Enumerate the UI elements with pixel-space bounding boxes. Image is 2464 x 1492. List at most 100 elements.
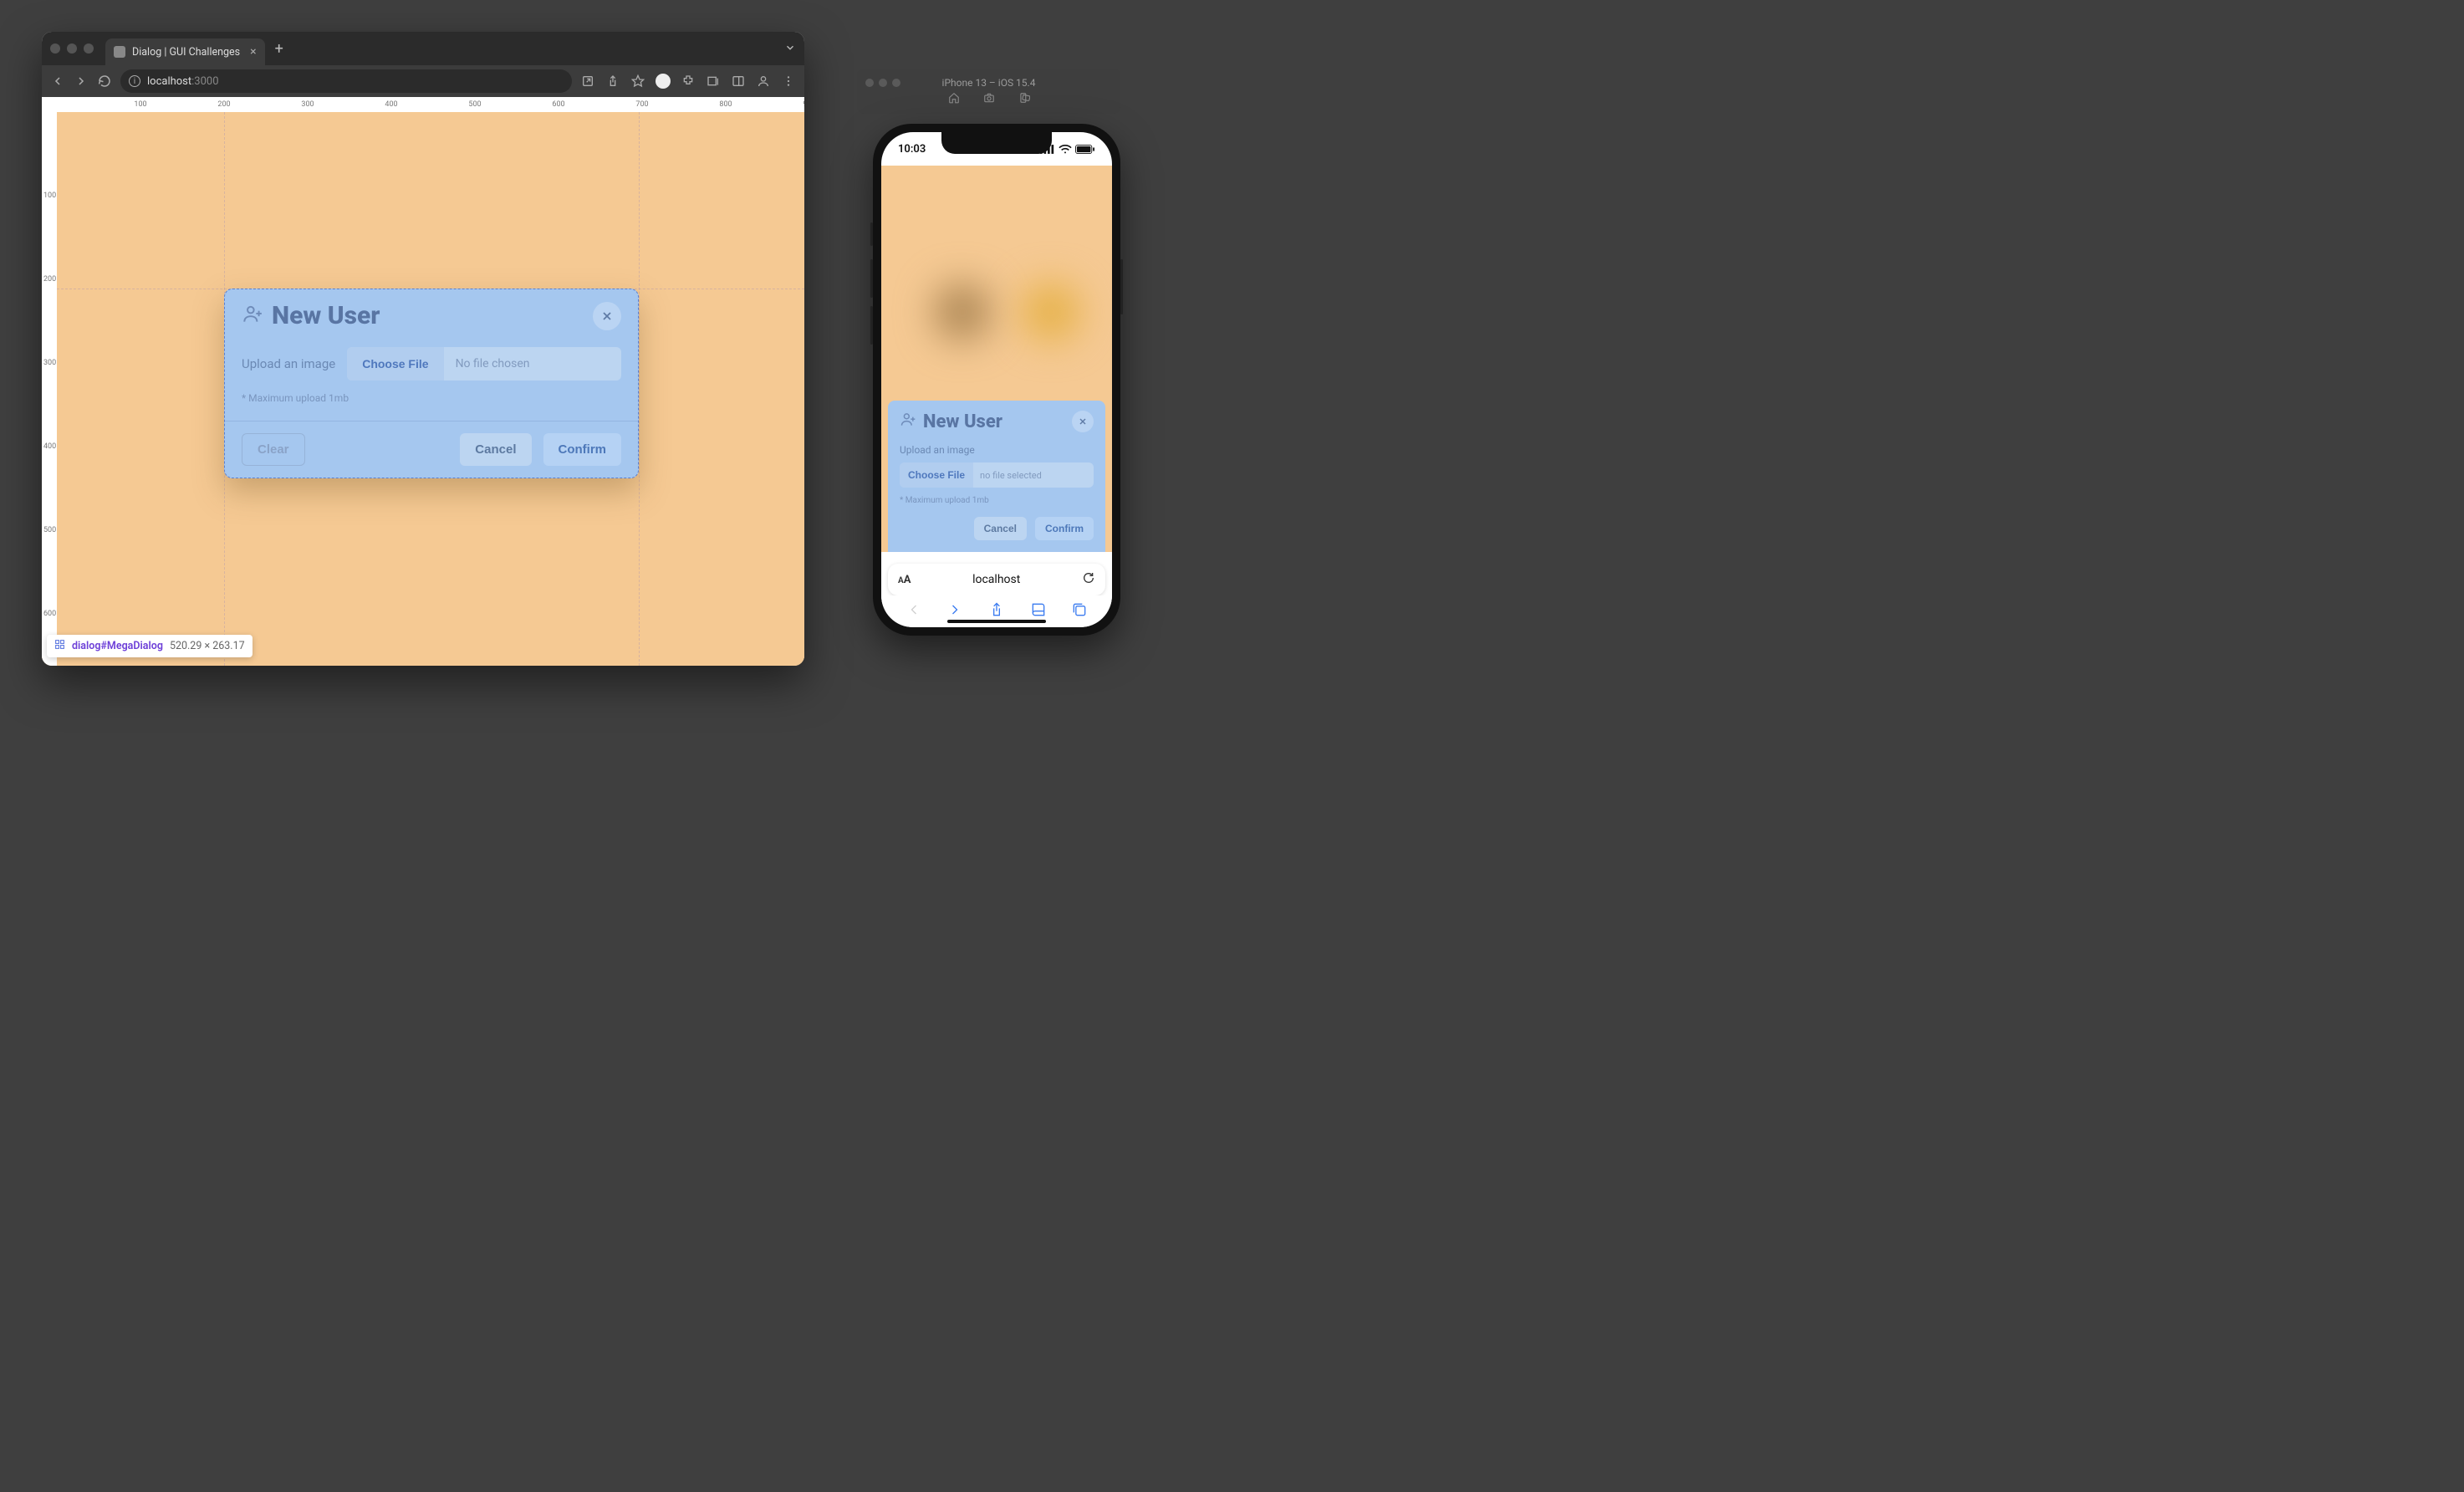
ruler-vertical: 100 200 300 400 500 600 bbox=[42, 112, 57, 666]
notch bbox=[941, 132, 1052, 154]
element-selector: dialog#MegaDialog bbox=[72, 640, 163, 652]
power-button[interactable] bbox=[1120, 259, 1123, 314]
volume-down-button[interactable] bbox=[870, 306, 873, 345]
ruler-tick: 800 bbox=[719, 100, 732, 109]
ruler-tick: 400 bbox=[385, 100, 397, 109]
window-controls[interactable] bbox=[865, 79, 900, 87]
back-button[interactable] bbox=[50, 74, 65, 89]
close-button[interactable] bbox=[1072, 411, 1094, 432]
sim-rotate-icon[interactable] bbox=[1018, 92, 1030, 106]
close-button[interactable] bbox=[593, 302, 621, 330]
address-bar[interactable]: i localhost:3000 bbox=[120, 69, 572, 93]
upload-hint: * Maximum upload 1mb bbox=[900, 496, 1094, 505]
kebab-menu-icon[interactable] bbox=[781, 74, 796, 89]
ruler-tick: 900 bbox=[803, 100, 804, 109]
mute-switch[interactable] bbox=[870, 222, 873, 246]
blurred-avatar bbox=[933, 283, 992, 341]
ruler-tick: 600 bbox=[43, 610, 56, 618]
confirm-button[interactable]: Confirm bbox=[1035, 517, 1094, 540]
forward-button[interactable] bbox=[74, 74, 89, 89]
status-time: 10:03 bbox=[898, 143, 926, 156]
file-input[interactable]: Choose File No file chosen bbox=[347, 347, 621, 381]
tabs-dropdown-icon[interactable] bbox=[784, 41, 796, 57]
home-indicator[interactable] bbox=[947, 620, 1046, 624]
grid-icon bbox=[54, 639, 65, 653]
dialog-title: New User bbox=[923, 411, 1065, 432]
text-size-icon[interactable]: AA bbox=[898, 574, 911, 586]
share-icon[interactable] bbox=[605, 74, 620, 89]
site-info-icon[interactable]: i bbox=[129, 75, 140, 87]
extensions-icon[interactable] bbox=[681, 74, 696, 89]
sidepanel-icon[interactable] bbox=[731, 74, 746, 89]
safari-tabs-button[interactable] bbox=[1071, 601, 1088, 621]
safari-share-button[interactable] bbox=[988, 601, 1005, 621]
upload-label: Upload an image bbox=[242, 356, 335, 371]
extension-icon[interactable] bbox=[656, 74, 671, 89]
toolbar: i localhost:3000 bbox=[42, 65, 804, 97]
reload-icon[interactable] bbox=[1082, 571, 1095, 588]
viewport: 100 200 300 400 500 600 700 800 900 100 … bbox=[42, 97, 804, 666]
safari-url: localhost bbox=[919, 573, 1074, 586]
ruler-tick: 200 bbox=[217, 100, 230, 109]
close-icon bbox=[600, 309, 614, 323]
choose-file-button[interactable]: Choose File bbox=[900, 462, 973, 488]
browser-window: Dialog | GUI Challenges × + i localhost:… bbox=[42, 32, 804, 666]
tab-title: Dialog | GUI Challenges bbox=[132, 46, 240, 59]
ruler-tick: 700 bbox=[635, 100, 648, 109]
bookmark-star-icon[interactable] bbox=[630, 74, 645, 89]
safari-address-bar[interactable]: AA localhost bbox=[888, 564, 1105, 595]
favicon-icon bbox=[114, 46, 125, 58]
choose-file-button[interactable]: Choose File bbox=[347, 347, 443, 381]
simulator-titlebar: iPhone 13 – iOS 15.4 bbox=[857, 69, 1120, 114]
ruler-tick: 200 bbox=[43, 275, 56, 284]
reload-button[interactable] bbox=[97, 74, 112, 89]
profile-icon[interactable] bbox=[756, 74, 771, 89]
maximize-window-icon[interactable] bbox=[84, 43, 94, 54]
user-plus-icon bbox=[242, 304, 263, 329]
media-icon[interactable] bbox=[706, 74, 721, 89]
element-dimensions: 520.29 × 263.17 bbox=[170, 640, 245, 652]
dialog-title: New User bbox=[272, 301, 584, 330]
battery-icon bbox=[1075, 145, 1095, 154]
ruler-tick: 600 bbox=[552, 100, 564, 109]
user-plus-icon bbox=[900, 411, 916, 432]
ruler-tick: 500 bbox=[43, 526, 56, 534]
mega-dialog: New User Upload an image Choose File No … bbox=[224, 289, 639, 478]
cancel-button[interactable]: Cancel bbox=[460, 433, 531, 466]
url-host: localhost bbox=[147, 75, 191, 88]
safari-bookmarks-button[interactable] bbox=[1030, 601, 1047, 621]
new-tab-button[interactable]: + bbox=[275, 40, 283, 58]
open-external-icon[interactable] bbox=[580, 74, 595, 89]
close-icon bbox=[1078, 416, 1088, 427]
tab-close-icon[interactable]: × bbox=[250, 45, 256, 59]
confirm-button[interactable]: Confirm bbox=[543, 433, 622, 466]
safari-forward-button[interactable] bbox=[946, 601, 963, 621]
ruler-tick: 300 bbox=[301, 100, 314, 109]
devtools-element-tooltip: dialog#MegaDialog 520.29 × 263.17 bbox=[47, 635, 253, 657]
minimize-window-icon[interactable] bbox=[67, 43, 77, 54]
window-controls[interactable] bbox=[50, 43, 94, 54]
sim-screenshot-icon[interactable] bbox=[983, 92, 995, 106]
iphone-frame: 10:03 New User Uploa bbox=[873, 124, 1120, 636]
volume-up-button[interactable] bbox=[870, 259, 873, 298]
upload-label: Upload an image bbox=[900, 444, 1094, 456]
page-canvas[interactable]: New User Upload an image Choose File No … bbox=[57, 112, 804, 666]
file-name-display: no file selected bbox=[973, 462, 1094, 488]
ruler-tick: 500 bbox=[468, 100, 481, 109]
close-window-icon[interactable] bbox=[50, 43, 60, 54]
url-port: :3000 bbox=[191, 75, 218, 88]
mega-dialog-mobile: New User Upload an image Choose File no … bbox=[888, 401, 1105, 552]
file-name-display: No file chosen bbox=[444, 347, 621, 381]
ruler-tick: 300 bbox=[43, 359, 56, 367]
cancel-button[interactable]: Cancel bbox=[974, 517, 1027, 540]
sim-home-icon[interactable] bbox=[948, 92, 960, 106]
ruler-tick: 400 bbox=[43, 442, 56, 451]
clear-button[interactable]: Clear bbox=[242, 433, 305, 466]
file-input[interactable]: Choose File no file selected bbox=[900, 462, 1094, 488]
safari-back-button[interactable] bbox=[906, 601, 922, 621]
page-canvas-mobile[interactable]: New User Upload an image Choose File no … bbox=[881, 166, 1112, 552]
ruler-tick: 100 bbox=[134, 100, 146, 109]
wifi-icon bbox=[1059, 145, 1072, 154]
browser-tab[interactable]: Dialog | GUI Challenges × bbox=[105, 38, 265, 65]
blurred-avatar bbox=[1022, 283, 1080, 341]
